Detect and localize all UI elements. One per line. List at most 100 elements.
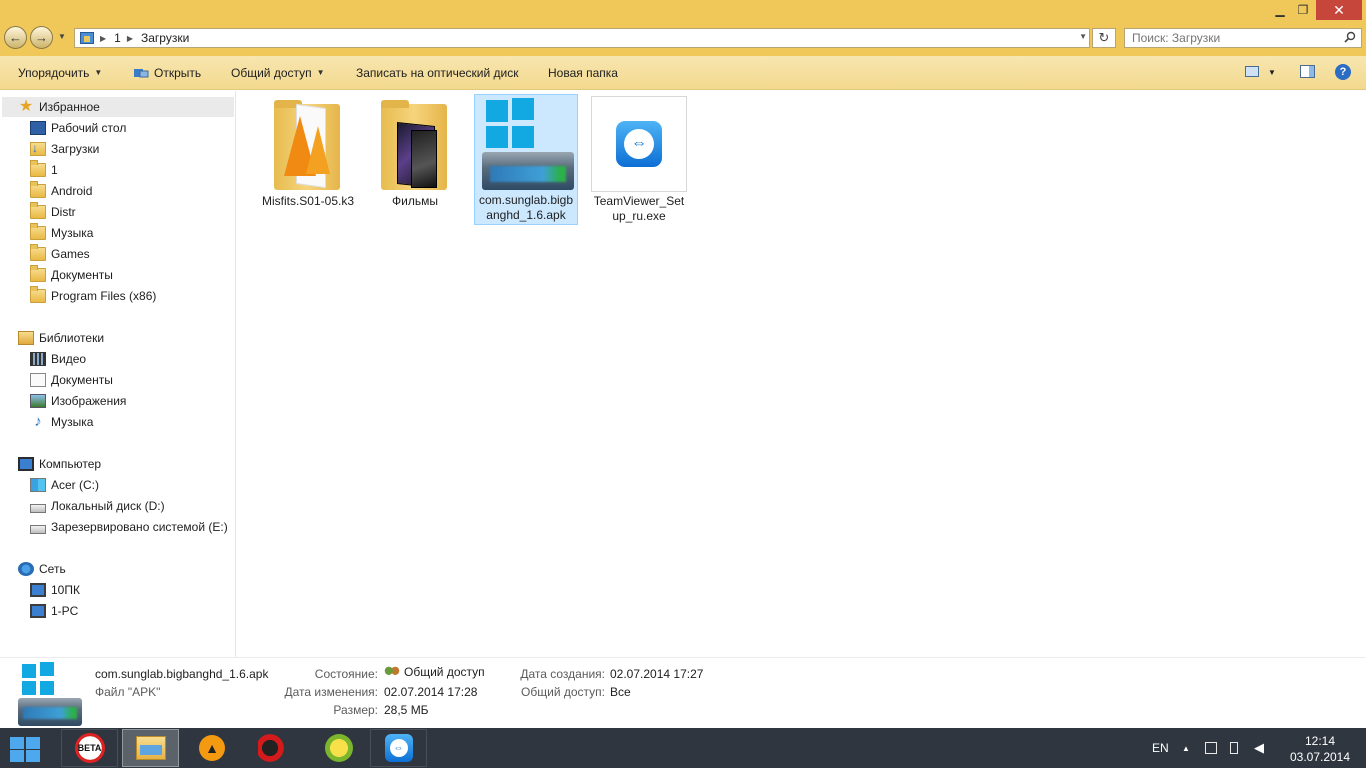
taskbar: BETA ▲ ⇔ EN ▲ ◀ 12:14 03.07.2014 — [0, 728, 1366, 768]
nav-item-documents-library[interactable]: Документы — [30, 370, 113, 390]
fl-studio-icon — [325, 734, 353, 762]
address-bar[interactable]: ▶ 1 ▶ Загрузки ▼ — [74, 28, 1090, 48]
nav-item-drive-e[interactable]: Зарезервировано системой (E:) — [30, 517, 228, 537]
help-icon[interactable]: ? — [1335, 64, 1351, 80]
change-view-icon[interactable] — [1245, 66, 1259, 77]
chevron-right-icon[interactable]: ▶ — [100, 34, 106, 43]
preview-pane-icon[interactable] — [1300, 65, 1315, 78]
address-dropdown-icon[interactable]: ▼ — [1079, 32, 1087, 41]
taskbar-explorer[interactable] — [122, 729, 179, 767]
file-list: Misfits.S01-05.k3 Фильмы com.sunglab.big… — [237, 91, 1366, 657]
nav-item-1-pc[interactable]: 1-PC — [30, 601, 78, 621]
taskbar-fl-studio[interactable] — [316, 729, 362, 767]
new-folder-button[interactable]: Новая папка — [548, 56, 618, 89]
open-button[interactable]: Открыть — [133, 56, 201, 89]
search-icon[interactable] — [1344, 31, 1356, 43]
taskbar-beta-app[interactable]: BETA — [61, 729, 118, 767]
start-button[interactable] — [8, 735, 42, 763]
state-value-text: Общий доступ — [404, 665, 485, 679]
nav-item-10pk[interactable]: 10ПК — [30, 580, 80, 600]
file-explorer-icon — [135, 736, 166, 760]
nav-item-android[interactable]: Android — [30, 181, 92, 201]
volume-icon[interactable]: ◀ — [1254, 728, 1264, 768]
taskbar-aimp[interactable]: ▲ — [189, 729, 235, 767]
file-name: Фильмы — [392, 194, 438, 208]
folder-icon — [30, 223, 46, 240]
computer-icon — [18, 457, 34, 471]
folder-icon — [30, 265, 46, 282]
network-tray-icon[interactable] — [1205, 742, 1217, 754]
nav-computer[interactable]: Компьютер — [18, 454, 101, 474]
show-hidden-icons-chevron-icon[interactable]: ▲ — [1182, 728, 1190, 768]
refresh-button[interactable]: ↻ — [1092, 28, 1116, 48]
nav-item-video[interactable]: Видео — [30, 349, 86, 369]
navigation-pane: ★ Избранное Рабочий стол Загрузки 1 Andr… — [0, 91, 236, 657]
state-label: Состояние: — [314, 667, 378, 681]
nav-item-pictures[interactable]: Изображения — [30, 391, 126, 411]
users-icon — [384, 666, 400, 678]
file-name: Misfits.S01-05.k3 — [261, 194, 355, 208]
nav-item-label: Distr — [51, 205, 76, 219]
nav-item-distr[interactable]: Distr — [30, 202, 76, 222]
nav-item-music-library[interactable]: ♪ Музыка — [30, 412, 93, 432]
nav-network[interactable]: Сеть — [18, 559, 66, 579]
battery-icon[interactable] — [1230, 742, 1238, 754]
recent-locations-dropdown[interactable]: ▼ — [58, 32, 66, 41]
nav-item-music-folder[interactable]: Музыка — [30, 223, 93, 243]
shared-with-label: Общий доступ: — [521, 685, 605, 699]
created-value[interactable]: 02.07.2014 17:27 — [610, 667, 703, 681]
nav-group-label: Избранное — [39, 100, 100, 114]
forward-button[interactable]: → — [30, 26, 53, 49]
folder-vlc-icon — [260, 96, 356, 192]
close-button[interactable]: ✕ — [1316, 0, 1362, 20]
created-label: Дата создания: — [520, 667, 605, 681]
nav-item-documents-folder[interactable]: Документы — [30, 265, 113, 285]
beta-badge: BETA — [77, 743, 102, 753]
nav-item-downloads[interactable]: Загрузки — [30, 139, 99, 159]
view-options-dropdown[interactable]: ▼ — [1268, 56, 1276, 89]
modified-value[interactable]: 02.07.2014 17:28 — [384, 685, 477, 699]
apk-icon — [478, 96, 574, 191]
taskbar-red-app[interactable] — [250, 729, 296, 767]
clock-date: 03.07.2014 — [1289, 750, 1351, 764]
details-pane: com.sunglab.bigbanghd_1.6.apk Файл "APK"… — [0, 657, 1366, 728]
nav-favorites[interactable]: ★ Избранное — [2, 97, 234, 117]
nav-item-label: Видео — [51, 352, 87, 366]
breadcrumb-item[interactable]: Загрузки — [141, 31, 189, 45]
apk-icon — [18, 662, 82, 726]
chevron-down-icon: ▼ — [94, 68, 103, 77]
share-button[interactable]: Общий доступ ▼ — [231, 56, 325, 89]
nav-item-games[interactable]: Games — [30, 244, 90, 264]
aimp-icon: ▲ — [199, 735, 225, 761]
organize-button[interactable]: Упорядочить ▼ — [18, 56, 102, 89]
file-item-selected[interactable]: com.sunglab.bigbanghd_1.6.apk — [474, 94, 578, 225]
nav-item-label: Музыка — [51, 226, 94, 240]
video-library-icon — [30, 352, 46, 366]
maximize-button[interactable]: ❐ — [1290, 0, 1316, 20]
nav-libraries[interactable]: Библиотеки — [18, 328, 104, 348]
file-name: com.sunglab.bigbanghd_1.6.apk — [478, 193, 574, 222]
new-folder-label: Новая папка — [548, 65, 618, 80]
chevron-right-icon[interactable]: ▶ — [127, 34, 133, 43]
file-item[interactable]: Misfits.S01-05.k3 — [256, 95, 360, 210]
clock[interactable]: 12:14 03.07.2014 — [1280, 733, 1360, 765]
nav-item-label: 10ПК — [51, 583, 80, 597]
taskbar-teamviewer[interactable]: ⇔ — [370, 729, 427, 767]
language-indicator[interactable]: EN — [1152, 728, 1169, 768]
file-item[interactable]: Фильмы — [363, 95, 467, 210]
network-computer-icon — [30, 604, 46, 618]
burn-disc-button[interactable]: Записать на оптический диск — [356, 56, 519, 89]
file-item[interactable]: ⇔ TeamViewer_Setup_ru.exe — [587, 95, 691, 225]
red-app-icon — [258, 734, 288, 762]
back-button[interactable]: ← — [4, 26, 27, 49]
nav-item-drive-d[interactable]: Локальный диск (D:) — [30, 496, 165, 516]
search-input[interactable] — [1125, 29, 1335, 47]
details-file-type: Файл "APK" — [95, 685, 161, 699]
nav-item-folder-1[interactable]: 1 — [30, 160, 58, 180]
star-icon: ★ — [18, 98, 34, 115]
nav-item-drive-c[interactable]: Acer (C:) — [30, 475, 99, 495]
nav-item-desktop[interactable]: Рабочий стол — [30, 118, 126, 138]
breadcrumb-item[interactable]: 1 — [114, 31, 121, 45]
search-box[interactable] — [1124, 28, 1362, 48]
nav-item-program-files[interactable]: Program Files (x86) — [30, 286, 156, 306]
